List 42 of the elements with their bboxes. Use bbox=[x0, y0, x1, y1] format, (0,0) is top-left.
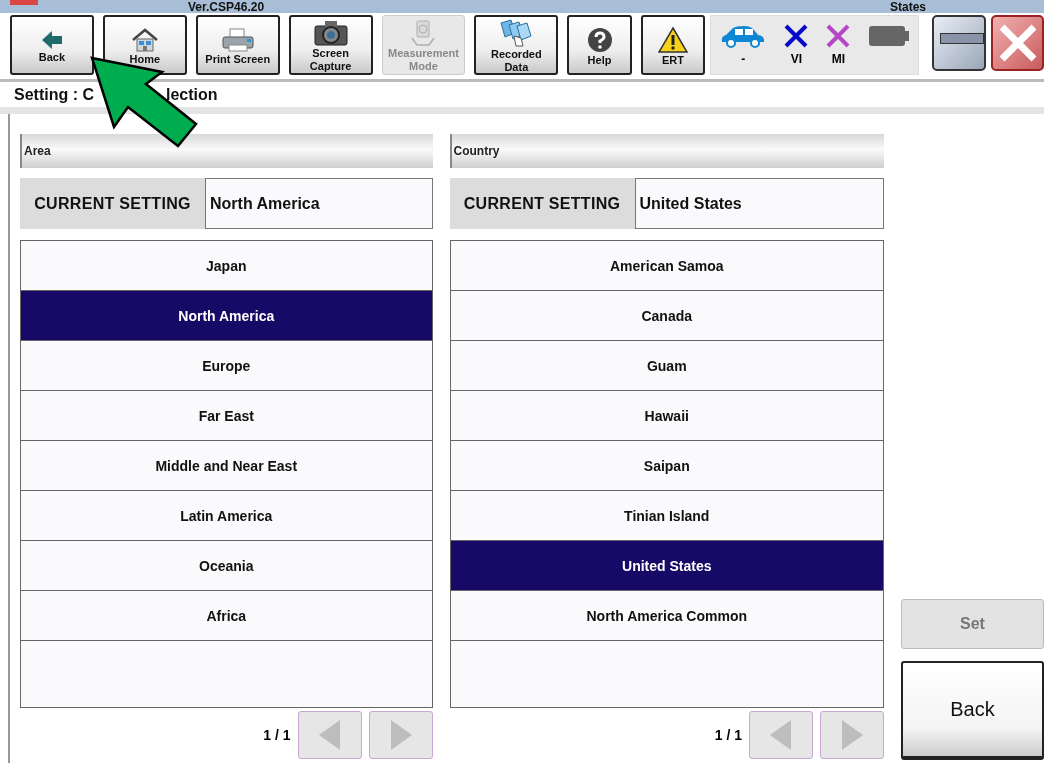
printer-icon bbox=[220, 27, 255, 52]
current-setting-label: CURRENT SETTING bbox=[20, 178, 205, 229]
toolbar-button[interactable]: ERT bbox=[640, 15, 706, 75]
left-triangle-icon bbox=[318, 720, 341, 750]
meter-icon bbox=[409, 20, 438, 46]
version-label: Ver.CSP46.20 bbox=[188, 1, 265, 13]
panel-header: Country bbox=[449, 134, 884, 168]
toolbar-button[interactable]: Screen Capture bbox=[288, 15, 373, 75]
camera-icon bbox=[313, 20, 348, 46]
right-triangle-icon bbox=[841, 720, 863, 750]
status-label: - bbox=[741, 52, 746, 66]
car-icon bbox=[720, 24, 767, 48]
toolbar-button[interactable]: Print Screen bbox=[195, 15, 280, 75]
battery-icon bbox=[868, 24, 909, 47]
close-button[interactable] bbox=[991, 15, 1044, 71]
app-logo-icon bbox=[10, 0, 38, 5]
status-label: MI bbox=[831, 52, 846, 66]
current-setting-label: CURRENT SETTING bbox=[449, 178, 635, 229]
folders-icon bbox=[499, 19, 534, 47]
help-icon bbox=[586, 26, 613, 53]
current-setting-value: United States bbox=[634, 178, 884, 229]
page-indicator: 1 / 1 bbox=[263, 727, 291, 743]
list-item[interactable]: North America bbox=[21, 291, 432, 341]
status-label: VI bbox=[790, 52, 802, 66]
toolbar-button[interactable]: Recorded Data bbox=[474, 15, 559, 75]
left-triangle-icon bbox=[770, 720, 792, 750]
page-indicator: 1 / 1 bbox=[714, 727, 742, 743]
page-title: lection bbox=[166, 85, 218, 104]
states-label: States bbox=[889, 1, 926, 13]
panel-header: Area bbox=[20, 134, 433, 168]
warning-icon bbox=[657, 26, 688, 53]
close-icon bbox=[997, 23, 1038, 63]
page-title: Setting : C bbox=[14, 85, 94, 104]
house-icon bbox=[130, 27, 159, 52]
toolbar-button[interactable]: Help bbox=[567, 15, 632, 75]
right-triangle-icon bbox=[389, 720, 412, 750]
back-button[interactable]: Back bbox=[901, 661, 1044, 760]
toolbar-button[interactable]: Back bbox=[10, 15, 94, 75]
minimize-button[interactable] bbox=[931, 15, 987, 71]
current-setting-value: North America bbox=[205, 178, 433, 229]
back-arrow-icon bbox=[40, 29, 63, 50]
list-item[interactable]: United States bbox=[450, 541, 883, 591]
